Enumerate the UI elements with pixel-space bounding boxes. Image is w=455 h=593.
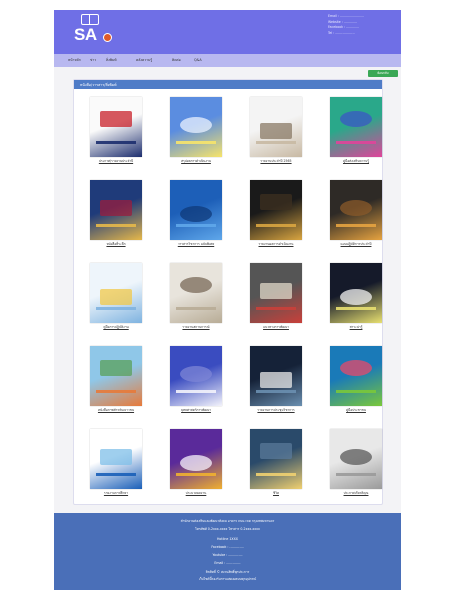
- footer-phone: โทรศัพท์ 0-2xxx-xxxx โทรสาร 0-2xxx-xxxx: [195, 527, 260, 531]
- footer-copyright: ลิขสิทธิ์ © สงวนสิทธิ์ทุกประการ: [205, 570, 250, 574]
- book-title-link[interactable]: ประกาศเกียรติคุณ: [322, 491, 390, 495]
- book-cover-image[interactable]: [90, 180, 142, 240]
- book-title-link[interactable]: แนวทางการพัฒนา: [242, 325, 310, 329]
- book-title-link[interactable]: รายงานประจำปี 2565: [242, 159, 310, 163]
- book-cover-image[interactable]: [90, 429, 142, 489]
- book-cover-image[interactable]: [90, 97, 142, 157]
- book-title-link[interactable]: รายงานการประชุมวิชาการ: [242, 408, 310, 412]
- book-cover-image[interactable]: [170, 97, 222, 157]
- book-cover-image[interactable]: [330, 263, 382, 323]
- panel-title: หนังสือ/วารสาร/สิ่งพิมพ์: [80, 83, 117, 87]
- contact-line: Tel : ...................: [328, 30, 355, 35]
- book-title-link[interactable]: ชีวิต: [242, 491, 310, 495]
- book-cover-image[interactable]: [90, 346, 142, 406]
- publications-panel: หนังสือ/วารสาร/สิ่งพิมพ์ ประกาศ/รายงานปร…: [73, 79, 383, 505]
- footer-address: สำนักงานส่งเสริมและพัฒนาสังคม อาคาร ถนน …: [180, 519, 275, 523]
- book-cover-image[interactable]: [330, 346, 382, 406]
- book-title-link[interactable]: ยุทธศาสตร์การพัฒนา: [162, 408, 230, 412]
- panel-header: หนังสือ/วารสาร/สิ่งพิมพ์: [74, 80, 382, 89]
- book-cover-image[interactable]: [250, 180, 302, 240]
- nav-item-qa[interactable]: Q&A: [194, 58, 202, 62]
- book-cover-image[interactable]: [250, 263, 302, 323]
- footer-youtube-link[interactable]: Youtube : ..............: [54, 553, 401, 557]
- book-title-link[interactable]: แผนปฏิบัติการประจำปี: [322, 242, 390, 246]
- book-cover-image[interactable]: [250, 97, 302, 157]
- back-button[interactable]: ย้อนกลับ: [368, 70, 398, 77]
- footer-note: เว็บไซต์นี้รองรับการแสดงผลบนทุกอุปกรณ์: [198, 577, 257, 581]
- book-title-link[interactable]: คู่มือการปฏิบัติงาน: [82, 325, 150, 329]
- book-title-link[interactable]: รายงานผลการดำเนินงาน: [242, 242, 310, 246]
- book-title-link[interactable]: วารสารวิชาการ ฉบับพิเศษ: [162, 242, 230, 246]
- nav-item-home[interactable]: หน้าหลัก: [68, 58, 81, 63]
- book-cover-image[interactable]: [170, 429, 222, 489]
- book-cover-image[interactable]: [250, 429, 302, 489]
- nav-item-publications[interactable]: สิ่งพิมพ์: [106, 58, 116, 63]
- footer-hotline: Hotline 1XXX: [217, 537, 238, 541]
- book-cover-image[interactable]: [170, 180, 222, 240]
- main-nav: หน้าหลัก ข่าว สิ่งพิมพ์ คลังความรู้ ติดต…: [54, 54, 401, 67]
- book-title-link[interactable]: สรุปผลการดำเนินงาน: [162, 159, 230, 163]
- site-footer: สำนักงานส่งเสริมและพัฒนาสังคม อาคาร ถนน …: [54, 513, 401, 590]
- page-frame: SA Email : ........................ Webs…: [54, 10, 401, 590]
- book-title-link[interactable]: คู่มือส่งเสริมความรู้: [322, 159, 390, 163]
- site-logo[interactable]: SA: [70, 14, 116, 50]
- book-title-link[interactable]: หนังสือภาพสำหรับเยาวชน: [82, 408, 150, 412]
- logo-text: SA: [74, 25, 97, 44]
- book-cover-image[interactable]: [330, 180, 382, 240]
- book-cover-image[interactable]: [250, 346, 302, 406]
- footer-email-link[interactable]: Email : ..............: [54, 561, 401, 565]
- site-header: SA Email : ........................ Webs…: [54, 10, 401, 54]
- book-cover-image[interactable]: [330, 429, 382, 489]
- book-cover-image[interactable]: [170, 346, 222, 406]
- logo-badge-icon: [103, 33, 112, 42]
- footer-facebook-link[interactable]: Facebook : ..............: [54, 545, 401, 549]
- book-title-link[interactable]: รายงานสถานการณ์: [162, 325, 230, 329]
- book-title-link[interactable]: รายงานการศึกษา: [82, 491, 150, 495]
- book-icon: [81, 14, 99, 25]
- nav-item-contact[interactable]: ติดต่อ: [172, 58, 181, 63]
- book-cover-image[interactable]: [90, 263, 142, 323]
- book-cover-image[interactable]: [330, 97, 382, 157]
- nav-item-knowledge[interactable]: คลังความรู้: [136, 58, 152, 63]
- header-contact-info: Email : ........................ Website…: [328, 14, 398, 36]
- book-cover-image[interactable]: [170, 263, 222, 323]
- nav-item-news[interactable]: ข่าว: [90, 58, 96, 63]
- book-title-link[interactable]: สาระน่ารู้: [322, 325, 390, 329]
- book-title-link[interactable]: ประมวลผลงาน: [162, 491, 230, 495]
- book-title-link[interactable]: ประกาศ/รายงานประจำปี: [82, 159, 150, 163]
- book-title-link[interactable]: คู่มือประชาชน: [322, 408, 390, 412]
- book-title-link[interactable]: หนังสือที่ระลึก: [82, 242, 150, 246]
